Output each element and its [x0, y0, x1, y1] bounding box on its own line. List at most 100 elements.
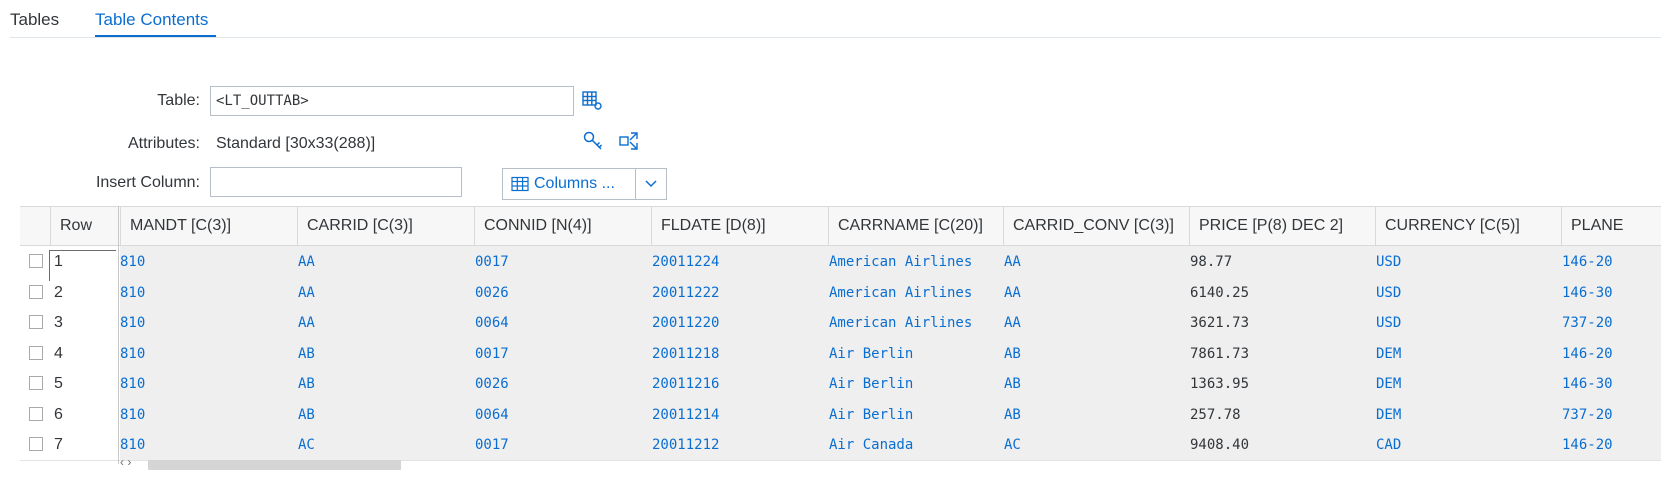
columns-button[interactable]: Columns ...: [502, 168, 636, 200]
cell-carrname[interactable]: American Airlines: [829, 246, 1002, 278]
row-number: 4: [54, 344, 63, 362]
column-header-plane[interactable]: PLANE: [1561, 207, 1661, 245]
column-header-row[interactable]: Row: [50, 207, 120, 245]
column-header-mandt[interactable]: MANDT [C(3)]: [120, 207, 297, 245]
cell-carrid[interactable]: AA: [298, 307, 473, 339]
row-select-checkbox[interactable]: [29, 376, 43, 390]
cell-mandt[interactable]: 810: [120, 399, 295, 431]
table-row[interactable]: 1 810 AA 0017 20011224 American Airlines AA 98.…: [20, 246, 1661, 278]
cell-carrid[interactable]: AC: [298, 429, 473, 461]
cell-fldate[interactable]: 20011218: [652, 338, 827, 370]
cell-fldate[interactable]: 20011212: [652, 429, 827, 461]
table-row[interactable]: 2 810 AA 0026 20011222 American Airlines AA 614…: [20, 276, 1661, 309]
insert-column-field[interactable]: [210, 167, 462, 197]
tab-divider: [10, 37, 1661, 38]
cell-currency[interactable]: DEM: [1376, 368, 1560, 400]
column-header-fldate[interactable]: FLDATE [D(8)]: [651, 207, 828, 245]
row-select-checkbox[interactable]: [29, 437, 43, 451]
table-field[interactable]: <LT_OUTTAB>: [210, 86, 574, 116]
column-header-carrid-conv[interactable]: CARRID_CONV [C(3)]: [1003, 207, 1189, 245]
cell-connid[interactable]: 0017: [475, 429, 650, 461]
cell-carrid-conv[interactable]: AA: [1004, 246, 1188, 278]
cell-fldate[interactable]: 20011222: [652, 277, 827, 309]
cell-fldate[interactable]: 20011216: [652, 368, 827, 400]
cell-connid[interactable]: 0017: [475, 246, 650, 278]
horizontal-scrollbar[interactable]: [148, 460, 401, 470]
cell-connid[interactable]: 0026: [475, 277, 650, 309]
tab-table-contents[interactable]: Table Contents: [95, 10, 208, 30]
row-select-checkbox[interactable]: [29, 406, 43, 421]
columns-dropdown-button[interactable]: [635, 168, 667, 200]
cell-carrid[interactable]: AA: [298, 246, 473, 278]
cell-price[interactable]: 98.77: [1190, 246, 1374, 278]
cell-carrname[interactable]: American Airlines: [829, 307, 1002, 339]
cell-carrid-conv[interactable]: AB: [1004, 399, 1188, 431]
cell-mandt[interactable]: 810: [120, 307, 295, 339]
cell-carrid[interactable]: AB: [298, 338, 473, 370]
cell-currency[interactable]: DEM: [1376, 399, 1560, 431]
cell-price[interactable]: 1363.95: [1190, 368, 1374, 400]
column-header-currency[interactable]: CURRENCY [C(5)]: [1375, 207, 1561, 245]
cell-plane[interactable]: 146-20: [1562, 246, 1660, 278]
cell-mandt[interactable]: 810: [120, 246, 295, 278]
row-select-checkbox[interactable]: [29, 345, 43, 360]
cell-carrname[interactable]: Air Berlin: [829, 399, 1002, 431]
cell-carrid[interactable]: AB: [298, 368, 473, 400]
column-header-connid[interactable]: CONNID [N(4)]: [474, 207, 651, 245]
key-icon[interactable]: [582, 130, 604, 152]
cell-currency[interactable]: USD: [1376, 307, 1560, 339]
cell-currency[interactable]: USD: [1376, 277, 1560, 309]
cell-plane[interactable]: 146-30: [1562, 277, 1660, 309]
cell-connid[interactable]: 0026: [475, 368, 650, 400]
cell-carrid-conv[interactable]: AA: [1004, 307, 1188, 339]
cell-carrname[interactable]: Air Berlin: [829, 368, 1002, 400]
tab-tables[interactable]: Tables: [10, 10, 59, 30]
cell-fldate[interactable]: 20011214: [652, 399, 827, 431]
row-select-checkbox[interactable]: [29, 315, 43, 329]
cell-connid[interactable]: 0064: [475, 307, 650, 339]
cell-carrid[interactable]: AA: [298, 277, 473, 309]
cell-carrname[interactable]: Air Berlin: [829, 338, 1002, 370]
cell-carrid[interactable]: AB: [298, 399, 473, 431]
scroll-arrows[interactable]: ‹ ›: [120, 455, 131, 469]
table-row[interactable]: 5 810 AB 0026 20011216 Air Berlin AB 1363.95 DEM…: [20, 368, 1661, 400]
column-header-price[interactable]: PRICE [P(8) DEC 2]: [1189, 207, 1375, 245]
column-header-carrid[interactable]: CARRID [C(3)]: [297, 207, 474, 245]
row-select-checkbox[interactable]: [29, 254, 43, 268]
cell-mandt[interactable]: 810: [120, 429, 295, 461]
cell-plane[interactable]: 146-30: [1562, 368, 1660, 400]
cell-carrname[interactable]: American Airlines: [829, 277, 1002, 309]
cell-carrid-conv[interactable]: AC: [1004, 429, 1188, 461]
cell-currency[interactable]: USD: [1376, 246, 1560, 278]
cell-mandt[interactable]: 810: [120, 338, 295, 370]
cell-mandt[interactable]: 810: [120, 277, 295, 309]
table-row[interactable]: 4 810 AB 0017 20011218 Air Berlin AB 7861.73 DEM…: [20, 337, 1661, 370]
cell-carrname[interactable]: Air Canada: [829, 429, 1002, 461]
cell-price[interactable]: 257.78: [1190, 399, 1374, 431]
cell-price[interactable]: 9408.40: [1190, 429, 1374, 461]
expand-icon[interactable]: [618, 130, 640, 152]
cell-price[interactable]: 6140.25: [1190, 277, 1374, 309]
cell-carrid-conv[interactable]: AB: [1004, 368, 1188, 400]
cell-currency[interactable]: CAD: [1376, 429, 1560, 461]
cell-mandt[interactable]: 810: [120, 368, 295, 400]
cell-plane[interactable]: 146-20: [1562, 429, 1660, 461]
cell-currency[interactable]: DEM: [1376, 338, 1560, 370]
cell-connid[interactable]: 0017: [475, 338, 650, 370]
row-select-checkbox[interactable]: [29, 284, 43, 299]
cell-fldate[interactable]: 20011224: [652, 246, 827, 278]
cell-fldate[interactable]: 20011220: [652, 307, 827, 339]
cell-plane[interactable]: 737-20: [1562, 399, 1660, 431]
table-row[interactable]: 3 810 AA 0064 20011220 American Airlines AA 362…: [20, 307, 1661, 339]
table-row[interactable]: 6 810 AB 0064 20011214 Air Berlin AB 257.78 DEM 7…: [20, 398, 1661, 431]
cell-carrid-conv[interactable]: AB: [1004, 338, 1188, 370]
cell-connid[interactable]: 0064: [475, 399, 650, 431]
cell-carrid-conv[interactable]: AA: [1004, 277, 1188, 309]
table-settings-icon[interactable]: [581, 89, 603, 111]
cell-price[interactable]: 7861.73: [1190, 338, 1374, 370]
column-header-carrname[interactable]: CARRNAME [C(20)]: [828, 207, 1003, 245]
cell-price[interactable]: 3621.73: [1190, 307, 1374, 339]
cell-plane[interactable]: 737-20: [1562, 307, 1660, 339]
table-row[interactable]: 7 810 AC 0017 20011212 Air Canada AC 9408.40 CAD…: [20, 429, 1661, 461]
cell-plane[interactable]: 146-20: [1562, 338, 1660, 370]
